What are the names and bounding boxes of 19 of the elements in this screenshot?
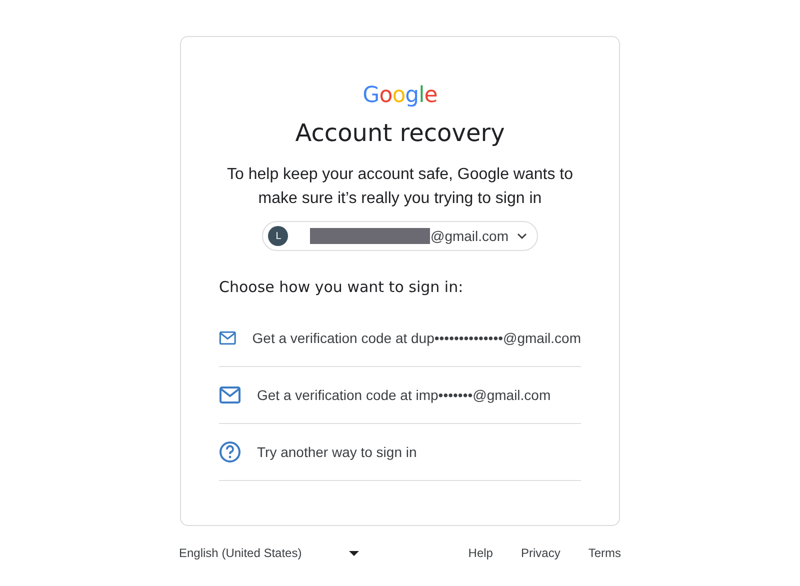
avatar: L	[268, 226, 288, 246]
help-icon	[219, 441, 241, 463]
choose-heading: Choose how you want to sign in:	[219, 278, 464, 296]
envelope-icon	[219, 329, 236, 347]
subtitle: To help keep your account safe, Google wants to make sure it’s really you trying to sign in	[226, 165, 574, 209]
footer-link[interactable]: Privacy	[520, 546, 560, 560]
language-select[interactable]: English (United States)	[179, 546, 359, 560]
footer-link[interactable]: Terms	[588, 546, 621, 560]
sign-in-option[interactable]: Try another way to sign in	[219, 424, 581, 481]
account-chip[interactable]: L @gmail.com	[262, 221, 538, 251]
sign-in-option[interactable]: Get a verification code at imp•••••••@gmail.com	[219, 367, 581, 424]
logo: Google	[362, 83, 438, 109]
dropdown-arrow-icon	[349, 550, 359, 556]
page-title: Account recovery	[295, 119, 505, 147]
envelope-icon	[219, 386, 241, 404]
chevron-down-icon	[516, 233, 526, 239]
sign-in-option[interactable]: Get a verification code at dup••••••••••••••@gmail.com	[219, 310, 581, 367]
footer-link[interactable]: Help	[468, 546, 493, 560]
account-email: @gmail.com	[430, 228, 508, 244]
